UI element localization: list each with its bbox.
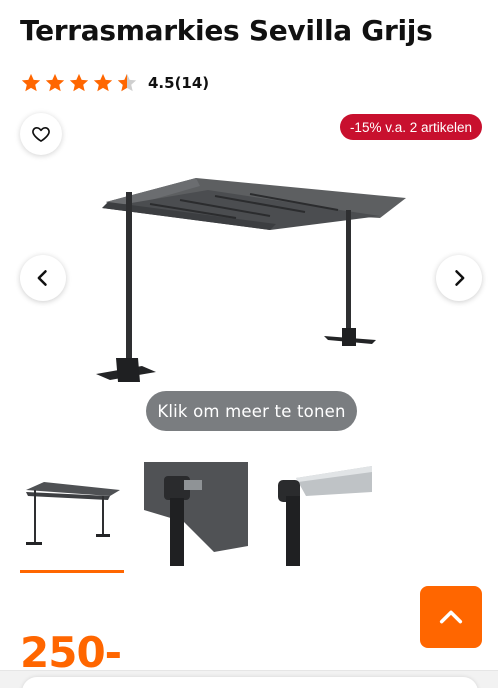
thumbnail-active-indicator [20, 570, 124, 573]
rating-stars [20, 72, 138, 94]
rating-count: 4.5(14) [148, 74, 210, 92]
bottom-search-bar[interactable] [22, 677, 478, 688]
thumbnail-3[interactable] [272, 462, 376, 566]
thumbnail-2[interactable] [144, 462, 248, 566]
product-image[interactable] [80, 160, 420, 390]
product-rating[interactable]: 4.5(14) [20, 72, 209, 94]
gallery-next-button[interactable] [436, 255, 482, 301]
chevron-up-icon [439, 610, 463, 624]
chevron-left-icon [37, 270, 47, 286]
thumbnail-strip [20, 462, 498, 574]
star-icon [21, 73, 41, 92]
promo-badge: -15% v.a. 2 artikelen [339, 114, 482, 140]
gallery-prev-button[interactable] [20, 255, 66, 301]
star-icon [93, 73, 113, 92]
show-more-button[interactable]: Klik om meer te tonen [146, 391, 357, 431]
star-half-icon [117, 73, 137, 92]
bottom-bar [0, 670, 498, 688]
favorite-button[interactable] [20, 113, 62, 155]
product-title: Terrasmarkies Sevilla Grijs [20, 14, 433, 47]
chevron-right-icon [455, 270, 465, 286]
scroll-to-top-button[interactable] [420, 586, 482, 648]
thumbnail-1[interactable] [20, 462, 124, 566]
star-icon [69, 73, 89, 92]
heart-icon [32, 127, 50, 142]
star-icon [45, 73, 65, 92]
